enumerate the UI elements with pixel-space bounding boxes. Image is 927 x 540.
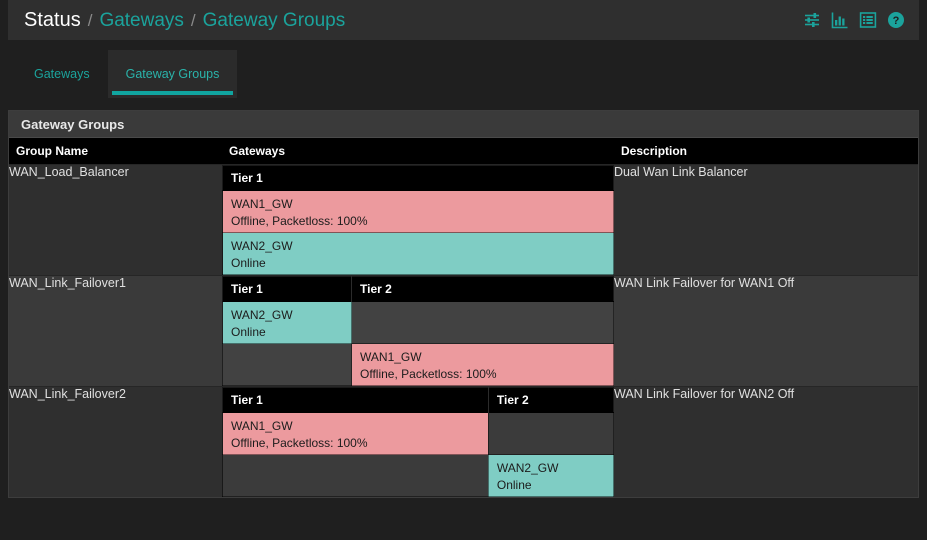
gateway-name: WAN1_GW — [360, 350, 422, 364]
gateway-status-cell-online[interactable]: WAN2_GW Online — [221, 301, 353, 344]
gateway-status: Offline, Packetloss: 100% — [360, 367, 497, 382]
tier-table: Tier 1 WAN1_GW Offline, Packetloss: 100% — [222, 165, 614, 275]
table-row[interactable]: WAN_Link_Failover1 Tier 1 Tier 2 WAN2_GW… — [9, 275, 918, 387]
gateway-status-cell-offline[interactable]: WAN1_GW Offline, Packetloss: 100% — [222, 412, 489, 455]
gateways-cell: Tier 1 Tier 2 WAN2_GW Online WAN1_GW Off… — [221, 275, 614, 387]
tier-entry-row: WAN2_GW Online — [222, 454, 615, 497]
gateway-name: WAN2_GW — [496, 461, 559, 475]
sliders-icon[interactable] — [803, 11, 821, 29]
gateway-name: WAN2_GW — [231, 308, 293, 322]
tier-entry-row: WAN1_GW Offline, Packetloss: 100% — [221, 343, 614, 386]
tier-header-1: Tier 1 — [222, 276, 353, 302]
breadcrumb-bar: Status / Gateways / Gateway Groups ? — [8, 0, 919, 40]
tier-empty-cell — [487, 412, 615, 455]
column-header-description: Description — [614, 138, 918, 165]
breadcrumb-separator-2: / — [190, 10, 196, 30]
tier-entry-row: WAN2_GW Online — [221, 301, 614, 344]
gateway-status-cell-online[interactable]: WAN2_GW Online — [222, 232, 614, 275]
gateway-status-cell-online[interactable]: WAN2_GW Online — [487, 454, 615, 497]
tier-empty-cell — [221, 343, 353, 386]
tab-gateways[interactable]: Gateways — [16, 50, 108, 98]
help-circle-icon[interactable]: ? — [887, 11, 905, 29]
gateway-status: Online — [496, 478, 532, 493]
table-row[interactable]: WAN_Link_Failover2 Tier 1 Tier 2 WAN1_GW… — [9, 386, 918, 497]
tier-empty-cell — [351, 301, 614, 344]
tab-gateways-label: Gateways — [34, 67, 90, 81]
tier-entry-row: WAN2_GW Online — [222, 232, 614, 275]
tier-header-1: Tier 1 — [222, 387, 489, 413]
column-header-group-name: Group Name — [9, 138, 222, 165]
gateway-status-cell-offline[interactable]: WAN1_GW Offline, Packetloss: 100% — [222, 190, 614, 233]
gateway-groups-table: Group Name Gateways Description WAN_Load… — [9, 138, 918, 497]
gateways-cell: Tier 1 WAN1_GW Offline, Packetloss: 100% — [222, 164, 614, 276]
group-name-cell: WAN_Link_Failover1 — [9, 275, 222, 387]
panel-title: Gateway Groups — [9, 111, 918, 138]
breadcrumb-separator-1: / — [87, 10, 93, 30]
gateway-status-cell-offline[interactable]: WAN1_GW Offline, Packetloss: 100% — [351, 343, 614, 386]
tier-table: Tier 1 Tier 2 WAN1_GW Offline, Packetlos… — [222, 387, 615, 497]
group-name-cell: WAN_Load_Balancer — [9, 164, 222, 276]
breadcrumb: Status / Gateways / Gateway Groups — [24, 9, 345, 32]
gateway-status: Online — [231, 256, 266, 271]
gateway-name: WAN1_GW — [231, 197, 293, 211]
tier-header-2: Tier 2 — [488, 387, 614, 413]
svg-text:?: ? — [893, 15, 900, 27]
tab-gateway-groups-label: Gateway Groups — [125, 67, 220, 81]
tier-empty-cell — [222, 454, 489, 497]
gateway-status: Online — [231, 325, 266, 340]
bar-chart-icon[interactable] — [831, 11, 849, 29]
tier-entry-row: WAN1_GW Offline, Packetloss: 100% — [222, 412, 615, 455]
table-row[interactable]: WAN_Load_Balancer Tier 1 WAN1_GW Offline… — [9, 164, 918, 276]
gateway-status: Offline, Packetloss: 100% — [231, 214, 368, 229]
description-cell: Dual Wan Link Balancer — [614, 164, 918, 276]
tier-table: Tier 1 Tier 2 WAN2_GW Online WAN1_GW Off… — [221, 276, 614, 386]
tier-header-row: Tier 1 — [222, 165, 614, 191]
group-name-cell: WAN_Link_Failover2 — [9, 386, 222, 497]
tab-gateway-groups[interactable]: Gateway Groups — [107, 50, 238, 98]
gateway-status: Offline, Packetloss: 100% — [231, 436, 368, 451]
tier-header-2: Tier 2 — [351, 276, 614, 302]
column-header-gateways: Gateways — [222, 138, 614, 165]
list-icon[interactable] — [859, 11, 877, 29]
tier-header-row: Tier 1 Tier 2 — [222, 387, 614, 413]
tier-header-row: Tier 1 Tier 2 — [222, 276, 614, 302]
breadcrumb-link-gateway-groups[interactable]: Gateway Groups — [203, 10, 346, 32]
gateway-name: WAN2_GW — [231, 239, 293, 253]
table-header-row: Group Name Gateways Description — [9, 138, 918, 165]
description-cell: WAN Link Failover for WAN2 Off — [614, 386, 918, 497]
tab-bar: Gateways Gateway Groups — [8, 50, 919, 98]
tier-header-1: Tier 1 — [222, 165, 614, 191]
tier-entry-row: WAN1_GW Offline, Packetloss: 100% — [222, 190, 614, 233]
description-cell: WAN Link Failover for WAN1 Off — [614, 275, 918, 387]
gateway-name: WAN1_GW — [231, 419, 293, 433]
breadcrumb-link-gateways[interactable]: Gateways — [99, 10, 183, 32]
gateways-cell: Tier 1 Tier 2 WAN1_GW Offline, Packetlos… — [222, 386, 615, 497]
gateway-groups-panel: Gateway Groups Group Name Gateways Descr… — [8, 110, 919, 498]
breadcrumb-root: Status — [24, 8, 81, 31]
header-icon-group: ? — [803, 11, 905, 29]
